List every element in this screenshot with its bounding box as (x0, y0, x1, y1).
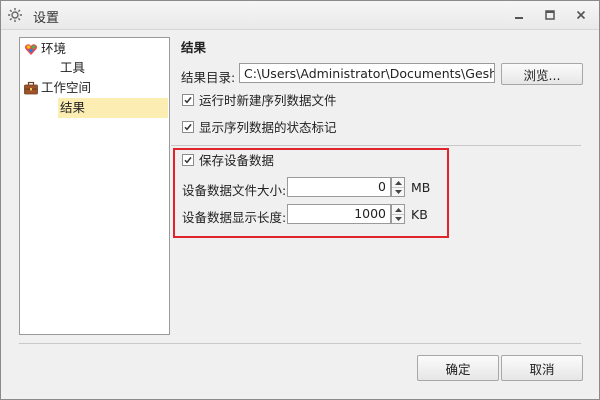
close-icon[interactable] (569, 6, 593, 24)
display-length-unit: KB (411, 207, 428, 222)
file-size-input[interactable]: 0 (287, 177, 391, 197)
file-size-unit: MB (411, 180, 431, 195)
tree-item-label: 工具 (60, 60, 86, 75)
file-size-spinner[interactable] (391, 177, 405, 197)
save-device-data-checkbox[interactable] (182, 154, 194, 166)
run-new-file-checkbox[interactable] (182, 94, 194, 106)
show-status-checkbox[interactable] (182, 121, 194, 133)
tree-item-environment[interactable]: 环境 (24, 40, 164, 58)
file-size-label: 设备数据文件大小: (182, 183, 287, 198)
maximize-icon[interactable] (538, 6, 562, 24)
title-bar: 设置 (1, 1, 599, 30)
window-title: 设置 (33, 11, 60, 26)
result-dir-input[interactable]: C:\Users\Administrator\Documents\Geshe\C (239, 63, 495, 83)
display-length-spinner[interactable] (391, 204, 405, 224)
show-status-checkbox-row[interactable]: 显示序列数据的状态标记 (182, 120, 382, 136)
tree-item-tools[interactable]: 工具 (60, 59, 160, 77)
tree-item-label: 环境 (41, 41, 67, 56)
minimize-icon[interactable] (507, 6, 531, 24)
tree-item-label: 工作空间 (41, 80, 92, 95)
environment-icon (24, 42, 38, 56)
save-device-data-checkbox-row[interactable]: 保存设备数据 (182, 153, 382, 169)
show-status-label: 显示序列数据的状态标记 (199, 120, 337, 135)
display-length-input[interactable]: 1000 (287, 204, 391, 224)
tree-item-results[interactable]: 结果 (60, 99, 160, 117)
browse-button[interactable]: 浏览... (501, 63, 583, 85)
tree-item-workspace[interactable]: 工作空间 (24, 79, 164, 97)
result-dir-label: 结果目录: (181, 70, 236, 85)
footer-divider (19, 343, 581, 344)
cancel-button[interactable]: 取消 (501, 355, 583, 381)
save-device-data-label: 保存设备数据 (199, 153, 275, 168)
display-length-label: 设备数据显示长度: (182, 210, 287, 225)
section-divider (171, 145, 581, 146)
run-new-file-label: 运行时新建序列数据文件 (199, 93, 337, 108)
briefcase-icon (24, 81, 38, 95)
run-new-file-checkbox-row[interactable]: 运行时新建序列数据文件 (182, 93, 382, 109)
spin-down-icon[interactable] (392, 187, 404, 196)
spin-down-icon[interactable] (392, 214, 404, 223)
settings-dialog: 设置 环境 工具 工作空间 结果 结果 结果目录: C:\Users\Admin… (0, 0, 600, 400)
gear-icon (7, 7, 23, 23)
section-title: 结果 (181, 40, 207, 55)
tree-item-label: 结果 (60, 100, 86, 115)
ok-button[interactable]: 确定 (417, 355, 499, 381)
settings-tree: 环境 工具 工作空间 结果 (19, 37, 170, 335)
